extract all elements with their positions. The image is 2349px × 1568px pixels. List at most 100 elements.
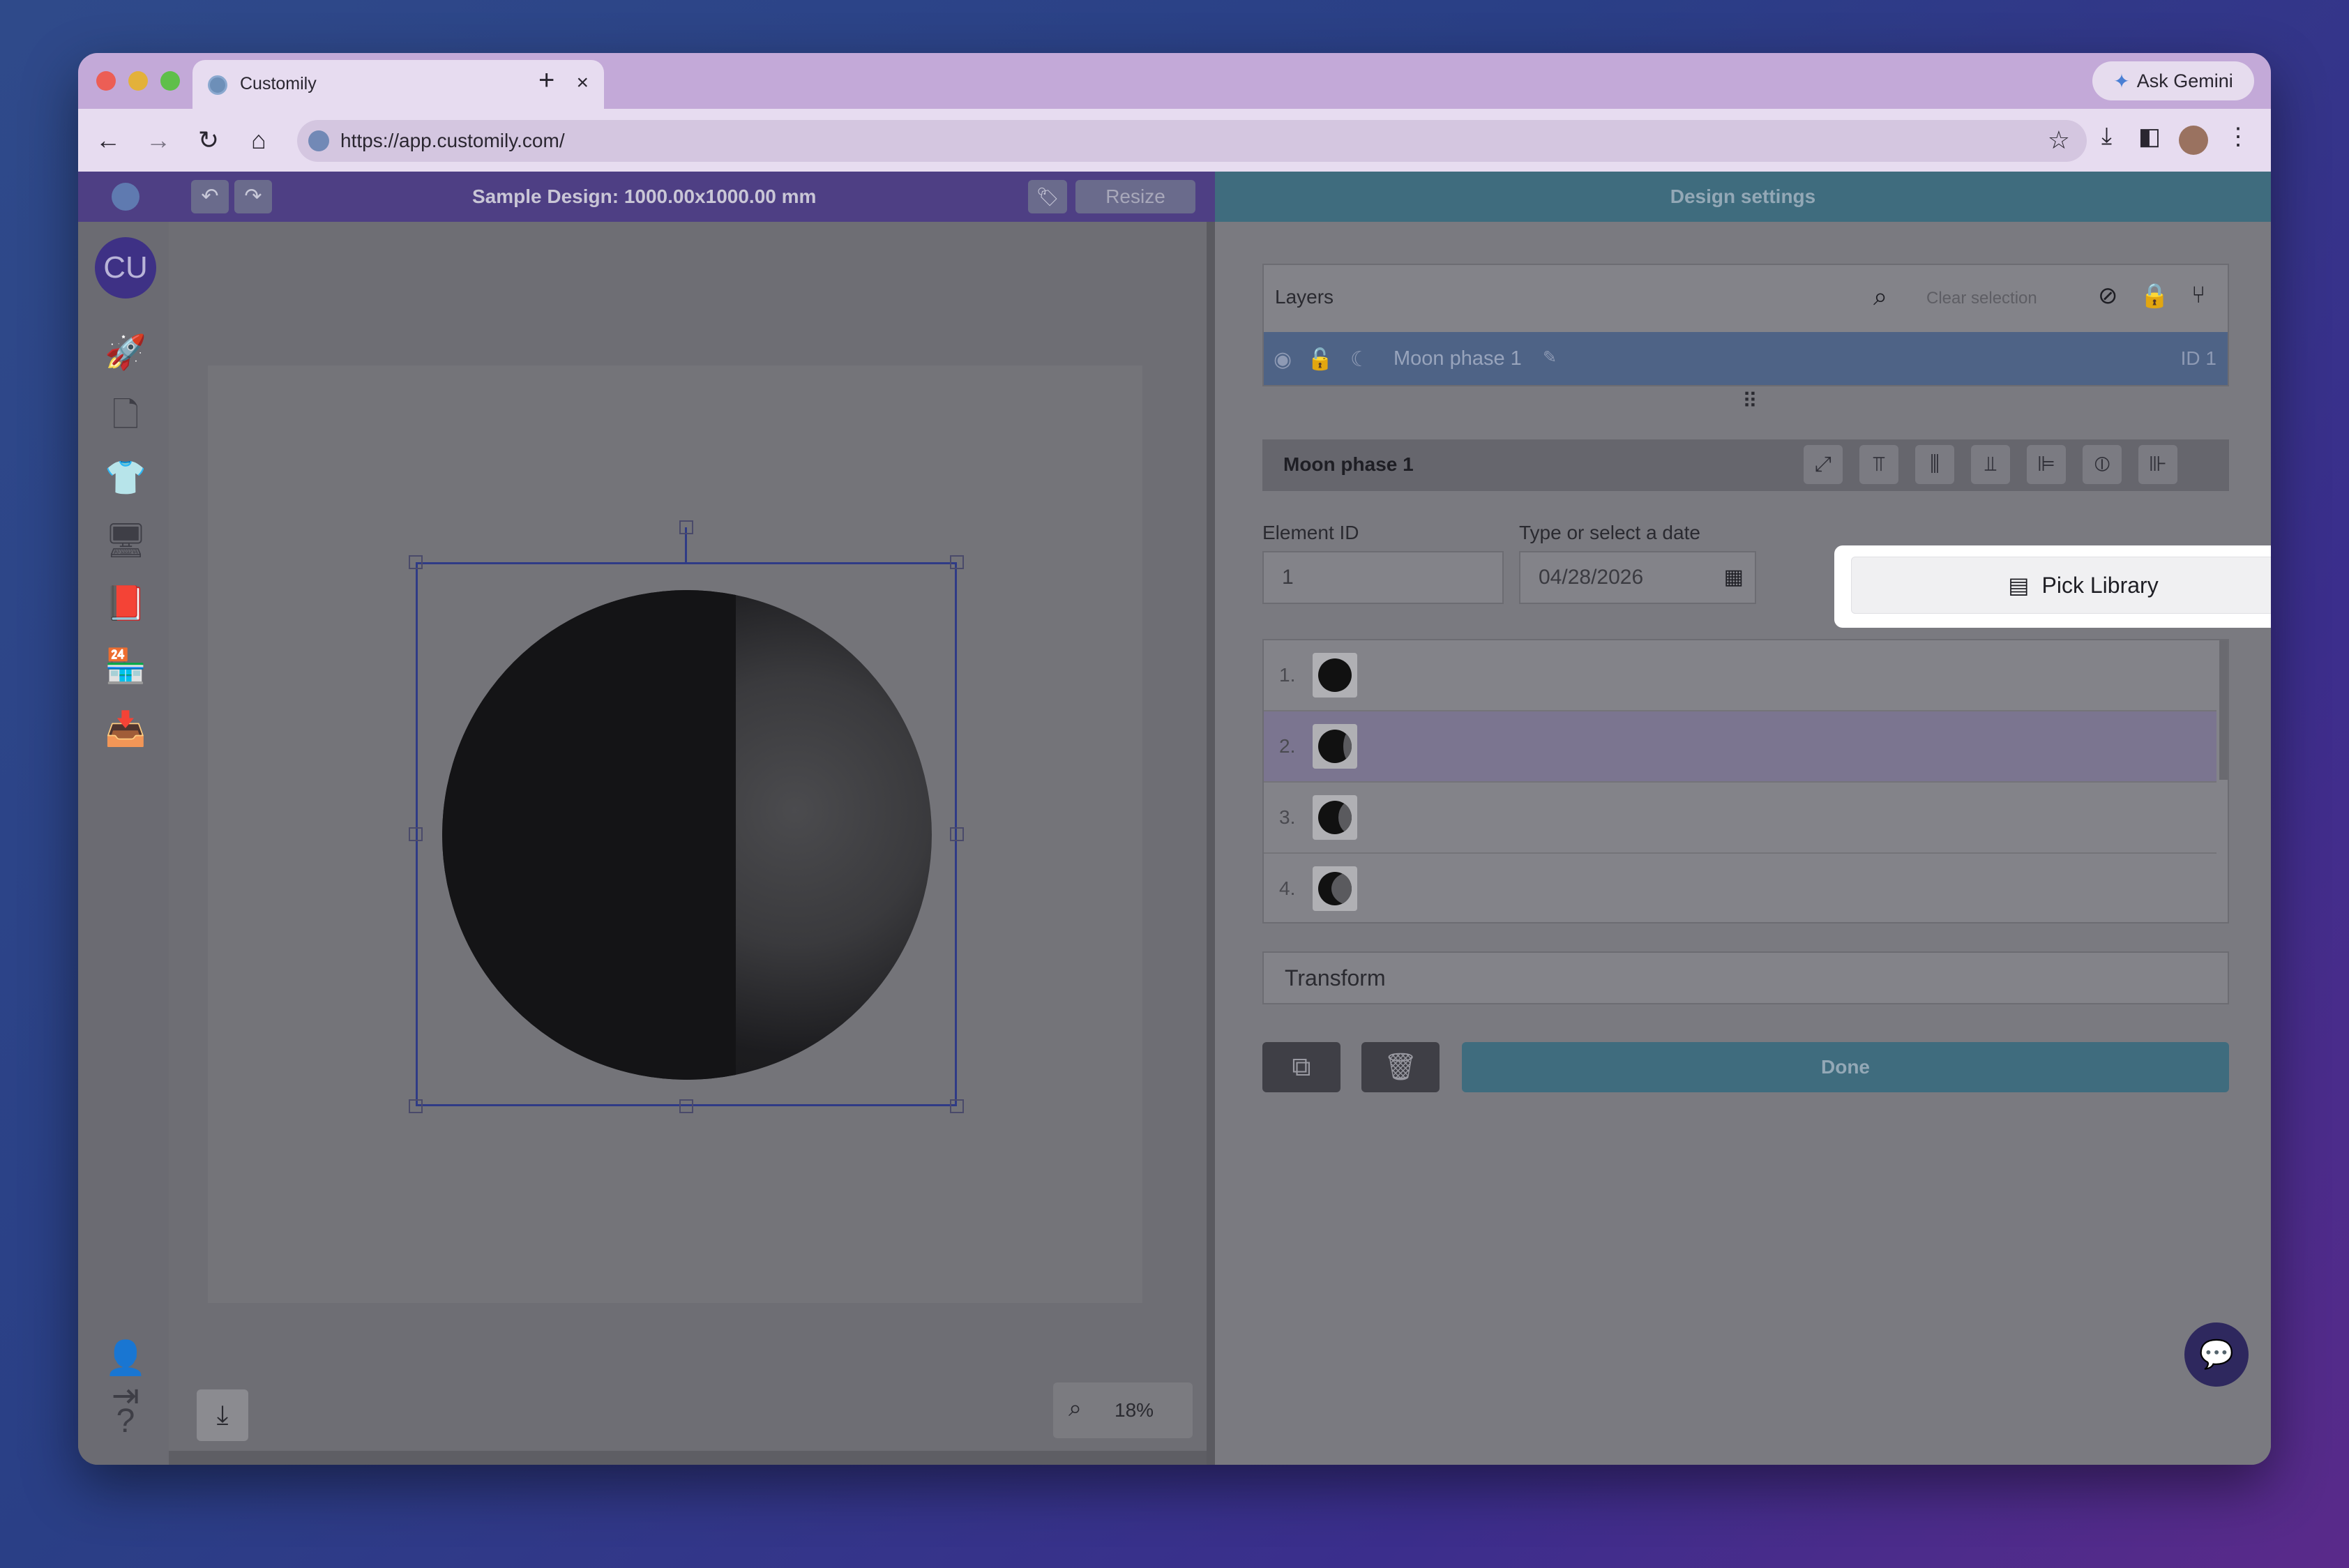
side-panel-icon[interactable]: ◧ xyxy=(2138,123,2161,151)
zoom-search-icon: ⌕ xyxy=(1068,1395,1082,1422)
done-button[interactable]: Done xyxy=(1462,1042,2229,1092)
undo-button[interactable]: ↶ xyxy=(191,180,229,213)
favicon-icon xyxy=(208,75,227,95)
list-item[interactable]: 1. xyxy=(1264,640,2216,711)
left-sidebar: CU 🚀 🗋 👕 🖥 📕 🏪 📥 👤 ? xyxy=(78,222,169,1465)
list-scrollbar[interactable] xyxy=(2219,640,2228,780)
list-item[interactable]: 3. xyxy=(1264,783,2216,854)
book-icon[interactable]: 📕 xyxy=(105,583,146,625)
home-icon[interactable]: ⌂ xyxy=(243,124,275,156)
layer-name: Moon phase 1 xyxy=(1393,347,1522,370)
zoom-level: 18% xyxy=(1115,1399,1154,1421)
library-icon: ▤ xyxy=(2008,573,2030,598)
store-icon[interactable]: 🏪 xyxy=(105,646,146,688)
resize-handle-mr[interactable] xyxy=(950,827,964,841)
date-input[interactable]: 04/28/2026 ▦ xyxy=(1519,551,1756,604)
moon-layer-icon: ☾ xyxy=(1350,348,1369,371)
redo-button[interactable]: ↷ xyxy=(234,180,272,213)
resize-handle-ml[interactable] xyxy=(409,827,423,841)
visibility-eye-icon[interactable]: ◉ xyxy=(1274,347,1292,372)
element-id-input[interactable]: 1 xyxy=(1262,551,1504,604)
resize-button[interactable]: Resize xyxy=(1075,180,1195,213)
app-logo[interactable] xyxy=(112,183,139,211)
layers-panel: Layers ⌕ Clear selection ⊘ 🔒 ⑂ ◉ 🔓 ☾ Moo… xyxy=(1262,264,2229,386)
list-item[interactable]: 4. xyxy=(1264,854,2216,922)
hierarchy-icon[interactable]: ⑂ xyxy=(2191,282,2205,309)
close-window-button[interactable] xyxy=(96,71,116,91)
user-avatar[interactable]: CU xyxy=(95,237,156,299)
pick-library-highlight: ▤ Pick Library xyxy=(1834,545,2271,628)
hide-all-icon[interactable]: ⊘ xyxy=(2098,282,2118,310)
align-bottom-icon[interactable]: ⫫ xyxy=(1971,445,2010,484)
pick-library-button[interactable]: ▤ Pick Library xyxy=(1851,557,2271,614)
design-settings-header: Design settings xyxy=(1215,172,2271,222)
site-info-icon[interactable] xyxy=(308,130,329,151)
rotate-handle[interactable] xyxy=(679,520,693,534)
inbox-icon[interactable]: 📥 xyxy=(105,709,146,751)
align-center-icon[interactable]: ⦶ xyxy=(2083,445,2122,484)
customily-app: ↶ ↷ Sample Design: 1000.00x1000.00 mm 🏷 … xyxy=(78,172,2271,1465)
tag-icon[interactable]: 🏷 xyxy=(1028,180,1067,213)
phase-number: 4. xyxy=(1279,877,1296,899)
calendar-icon[interactable]: ▦ xyxy=(1724,552,1744,603)
layer-row[interactable]: ◉ 🔓 ☾ Moon phase 1 ✎ ID 1 xyxy=(1264,332,2228,385)
bookmark-star-icon[interactable]: ☆ xyxy=(2048,126,2070,155)
resize-handle-tr[interactable] xyxy=(950,555,964,569)
reload-icon[interactable]: ↻ xyxy=(192,124,225,156)
transform-section[interactable]: Transform xyxy=(1262,951,2229,1004)
horizontal-scrollbar[interactable] xyxy=(169,1451,1207,1465)
design-settings-title: Design settings xyxy=(1670,186,1816,207)
lock-icon[interactable]: 🔒 xyxy=(2140,282,2169,310)
drag-grip-icon[interactable]: ⠿ xyxy=(1742,389,1758,414)
search-icon[interactable]: ⌕ xyxy=(1873,282,1887,312)
element-header: Moon phase 1 ⤢ ⫪ ⫼ ⫫ ⊫ ⦶ ⊪ xyxy=(1262,439,2229,491)
selection-box[interactable] xyxy=(416,562,957,1106)
minimize-window-button[interactable] xyxy=(128,71,148,91)
gemini-sparkle-icon: ✦ xyxy=(2113,70,2130,92)
browser-menu-icon[interactable]: ⋮ xyxy=(2226,123,2250,151)
monitor-icon[interactable]: 🖥 xyxy=(105,520,147,562)
resize-handle-bl[interactable] xyxy=(409,1099,423,1113)
rocket-icon[interactable]: 🚀 xyxy=(105,332,146,374)
align-middle-icon[interactable]: ⫼ xyxy=(1915,445,1954,484)
moon-phase-list: 1. 2. 3. 4. xyxy=(1262,639,2229,924)
edit-pencil-icon[interactable]: ✎ xyxy=(1543,347,1557,368)
phase-number: 1. xyxy=(1279,664,1296,686)
url-text: https://app.customily.com/ xyxy=(340,130,565,151)
logout-icon[interactable]: ⇥ xyxy=(105,1375,146,1417)
list-item-selected[interactable]: 2. xyxy=(1264,711,2216,783)
back-arrow-icon[interactable]: ← xyxy=(92,124,124,156)
clear-selection-button[interactable]: Clear selection xyxy=(1926,289,2037,308)
phase-thumbnail xyxy=(1313,724,1357,769)
vertical-scrollbar[interactable] xyxy=(1207,222,1215,1465)
profile-avatar[interactable] xyxy=(2179,126,2208,155)
new-tab-button[interactable]: + xyxy=(538,63,554,98)
download-design-button[interactable]: ⤓ xyxy=(197,1389,248,1441)
element-title: Moon phase 1 xyxy=(1283,453,1414,475)
resize-handle-tl[interactable] xyxy=(409,555,423,569)
align-left-icon[interactable]: ⊫ xyxy=(2027,445,2066,484)
align-top-icon[interactable]: ⫪ xyxy=(1859,445,1898,484)
address-bar[interactable]: https://app.customily.com/ ☆ xyxy=(297,120,2087,162)
unlock-icon[interactable]: 🔓 xyxy=(1307,347,1333,372)
browser-window: Customily × + ✦ Ask Gemini ← → ↻ ⌂ https… xyxy=(78,53,2271,1465)
tab-close-icon[interactable]: × xyxy=(576,71,589,95)
download-icon[interactable]: ⤓ xyxy=(2101,123,2112,150)
ask-gemini-button[interactable]: ✦ Ask Gemini xyxy=(2092,61,2254,100)
document-icon[interactable]: 🗋 xyxy=(105,395,146,437)
forward-arrow-icon[interactable]: → xyxy=(142,124,174,156)
tshirt-icon[interactable]: 👕 xyxy=(105,458,146,499)
duplicate-icon[interactable]: ⧉ xyxy=(1262,1042,1340,1092)
layers-header: Layers ⌕ Clear selection ⊘ 🔒 ⑂ xyxy=(1264,265,2228,332)
trash-icon[interactable]: 🗑 xyxy=(1361,1042,1440,1092)
date-label: Type or select a date xyxy=(1519,522,1700,543)
fit-icon[interactable]: ⤢ xyxy=(1804,445,1843,484)
maximize-window-button[interactable] xyxy=(160,71,180,91)
resize-handle-br[interactable] xyxy=(950,1099,964,1113)
chat-support-icon[interactable]: 💬 xyxy=(2184,1322,2249,1387)
align-right-icon[interactable]: ⊪ xyxy=(2138,445,2177,484)
zoom-control[interactable]: ⌕ 18% xyxy=(1053,1382,1193,1438)
user-settings-icon[interactable]: 👤 xyxy=(105,1338,146,1380)
resize-handle-bm[interactable] xyxy=(679,1099,693,1113)
design-settings-panel: Layers ⌕ Clear selection ⊘ 🔒 ⑂ ◉ 🔓 ☾ Moo… xyxy=(1215,222,2271,1465)
